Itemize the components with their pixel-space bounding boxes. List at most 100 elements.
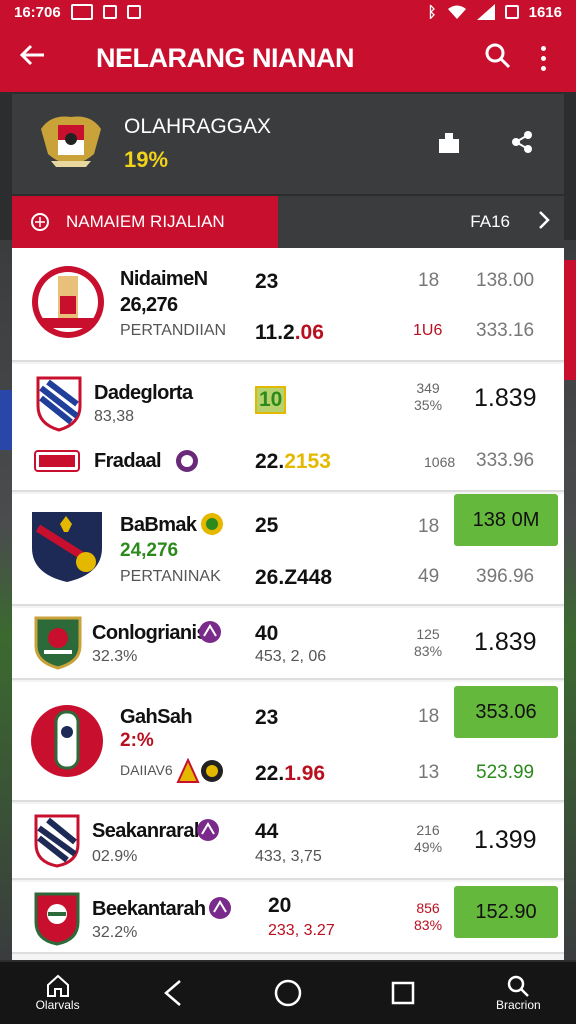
club-sub-label: PERTANINAK — [120, 568, 221, 585]
ratio-value: 1068 — [424, 454, 456, 470]
share-icon[interactable] — [510, 130, 534, 159]
list-item[interactable]: NidaimeN 26,276 PERTANDIIAN 23 11.2.06 1… — [12, 248, 564, 362]
points-secondary: 523.99 — [476, 762, 535, 783]
nav-home[interactable]: Olarvals — [18, 962, 98, 1024]
bottom-nav-bar: Olarvals Bracrion — [0, 962, 576, 1024]
played-value: 44 — [255, 820, 279, 843]
nav-home-button[interactable] — [248, 962, 328, 1024]
odds-button[interactable]: 353.06 — [454, 686, 558, 738]
home-icon — [46, 974, 69, 997]
score-value: 1.399 — [474, 826, 537, 854]
club-shield-icon — [34, 814, 80, 873]
ratio-value: 125 83% — [414, 626, 443, 659]
list-item[interactable]: Conlogrianis 32.3% 40 453, 2, 06 125 83%… — [12, 608, 564, 680]
club-stat: 26,276 — [120, 294, 178, 316]
win-value: 18 — [418, 270, 440, 291]
home-circle-icon — [274, 979, 302, 1007]
list-item[interactable]: Dadeglorta 83,38 10 349 35% 1.839 Fradaa… — [12, 364, 564, 492]
search-icon[interactable] — [468, 43, 528, 74]
status-time: 16:706 — [14, 3, 61, 21]
check-notification-icon — [102, 5, 117, 19]
odds-button[interactable]: 152.90 — [454, 886, 558, 938]
club-shield-icon — [30, 508, 104, 589]
nav-back[interactable] — [133, 962, 213, 1024]
status-right-time: 1616 — [528, 3, 562, 21]
goal-detail: 433, 3,75 — [255, 848, 322, 865]
club-sub-label: PERTANDIIAN — [120, 322, 227, 339]
team-percent: 19% — [124, 147, 169, 172]
odds-button[interactable]: 138 0M — [454, 494, 558, 546]
played-value: 23 — [255, 270, 279, 293]
team-emblem-icon — [200, 512, 224, 541]
list-item[interactable]: GahSah 2:% DAIIAV6 23 22.1.96 18 13 353.… — [12, 682, 564, 802]
played-value: 20 — [268, 894, 292, 917]
loss-value: 1U6 — [413, 322, 443, 339]
club-name: BaBmak — [120, 514, 197, 536]
bookmark-icon[interactable] — [436, 129, 462, 160]
loss-value: 13 — [418, 762, 440, 783]
goal-value: 22.1.96 — [255, 762, 326, 785]
section-tab[interactable]: NAMAIEM RIJALIAN — [12, 196, 278, 248]
overflow-menu-icon[interactable] — [528, 45, 558, 71]
club-sub-label: DAIIAV6 — [120, 762, 173, 778]
played-value: 22.2153 — [255, 450, 331, 473]
battery-icon — [504, 5, 519, 19]
club-name: Fradaal — [94, 450, 162, 472]
notification-icon — [70, 4, 93, 20]
app-bar: NELARANG NIANAN — [0, 24, 576, 92]
recents-square-icon — [391, 981, 415, 1005]
team-emblem-icon — [174, 448, 200, 479]
team-name: OLAHRAGGAX — [124, 115, 272, 138]
garuda-crest-icon — [36, 109, 106, 179]
ball-icon — [31, 213, 49, 231]
club-name: Beekantarah — [92, 898, 206, 920]
nav-search-label: Bracrion — [496, 998, 541, 1012]
goal-detail: 453, 2, 06 — [255, 648, 327, 665]
search-icon — [508, 975, 530, 997]
club-crest-icon — [30, 262, 106, 347]
season-label: FA16 — [470, 212, 510, 231]
back-arrow-icon[interactable] — [18, 43, 68, 73]
club-name: GahSah — [120, 706, 193, 728]
nav-search[interactable]: Bracrion — [478, 962, 558, 1024]
nav-home-label: Olarvals — [35, 998, 80, 1012]
list-item[interactable]: Beekantarah 32.2% 20 233, 3.27 856 83% 1… — [12, 882, 564, 954]
loss-value: 49 — [418, 566, 440, 587]
standings-list: NidaimeN 26,276 PERTANDIIAN 23 11.2.06 1… — [12, 248, 564, 960]
goal-detail: 233, 3.27 — [268, 922, 335, 939]
club-name: Dadeglorta — [94, 382, 193, 404]
points-secondary: 333.16 — [476, 320, 535, 341]
team-header-card: OLAHRAGGAX 19% — [12, 94, 564, 194]
points-value: 333.96 — [476, 450, 535, 471]
played-value: 10 — [255, 386, 287, 414]
goal-value: 11.2.06 — [255, 321, 324, 344]
win-value: 18 — [418, 706, 440, 727]
club-stat: 32.3% — [92, 648, 138, 665]
goal-value: 26.Z448 — [255, 566, 333, 589]
club-stat: 24,276 — [120, 540, 179, 561]
club-crest-icon — [30, 702, 104, 785]
nav-recents[interactable] — [363, 962, 443, 1024]
club-name: NidaimeN — [120, 268, 208, 290]
ratio-value: 349 35% — [414, 380, 443, 413]
score-value: 1.839 — [474, 628, 537, 656]
list-item[interactable]: BaBmak 24,276 PERTANINAK 25 26.Z448 18 4… — [12, 494, 564, 606]
club-shield-icon — [34, 892, 80, 951]
played-value: 40 — [255, 622, 279, 645]
status-bar: 16:706 ᛒ 1616 — [0, 0, 576, 24]
section-label: NAMAIEM RIJALIAN — [66, 212, 225, 231]
signal-icon — [476, 4, 495, 20]
ratio-value: 856 83% — [414, 900, 443, 933]
win-value: 18 — [418, 516, 440, 537]
club-stat: 2:% — [120, 730, 154, 751]
ratio-value: 216 49% — [414, 822, 443, 855]
list-item[interactable]: Seakanrarah 02.9% 44 433, 3,75 216 49% 1… — [12, 804, 564, 880]
score-value: 1.839 — [474, 384, 537, 412]
chevron-right-icon[interactable] — [538, 210, 550, 235]
team-emblem-icon — [196, 818, 220, 847]
club-badge-icon — [34, 450, 80, 477]
section-header: NAMAIEM RIJALIAN FA16 — [12, 196, 564, 248]
team-emblem-icon — [198, 620, 222, 649]
club-stat: 83,38 — [94, 408, 135, 425]
points-secondary: 396.96 — [476, 566, 535, 587]
